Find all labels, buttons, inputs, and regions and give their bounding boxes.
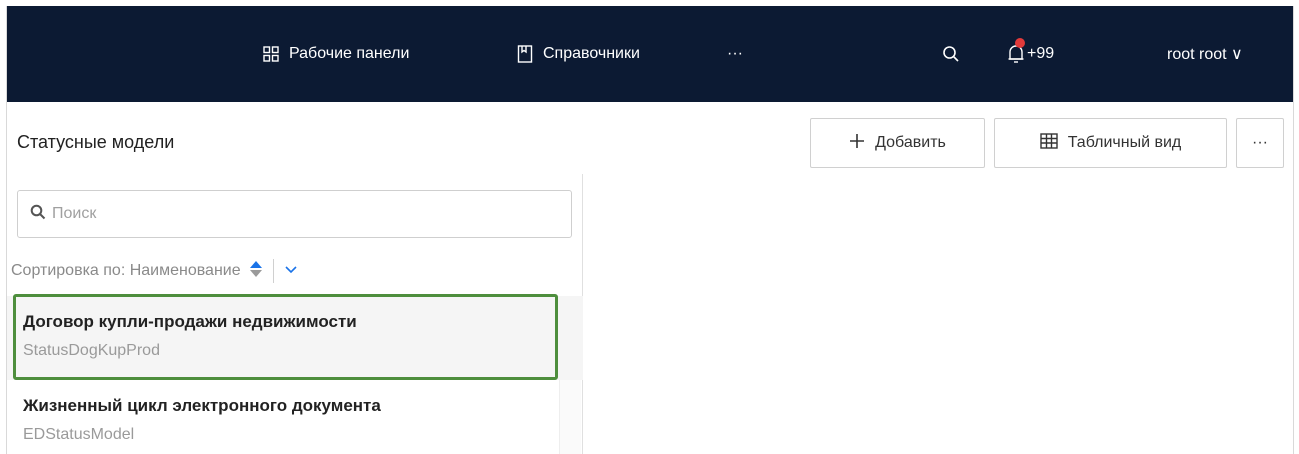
list-item-code: StatusDogKupProd	[23, 342, 160, 359]
chevron-down-icon[interactable]	[284, 262, 298, 280]
add-button-label: Добавить	[875, 134, 946, 151]
user-menu[interactable]: root root ∨	[1167, 6, 1243, 102]
grid-icon	[263, 46, 279, 62]
search-icon	[30, 204, 46, 225]
notifications-count: +99	[1027, 45, 1055, 62]
status-models-list: Договор купли-продажи недвижимости Statu…	[7, 294, 583, 454]
more-icon: ···	[727, 45, 743, 62]
list-item-title: Договор купли-продажи недвижимости	[23, 312, 357, 331]
search-input[interactable]	[52, 205, 532, 223]
sort-label: Сортировка по: Наименование	[11, 262, 241, 279]
page-title: Статусные модели	[17, 132, 175, 152]
sort-separator	[272, 259, 274, 283]
sort-direction-icon[interactable]	[249, 260, 263, 283]
add-button[interactable]: Добавить	[810, 118, 985, 168]
notifications-button[interactable]: +99	[1007, 6, 1054, 102]
list-item-title: Жизненный цикл электронного документа	[23, 396, 381, 415]
book-icon	[517, 45, 533, 63]
app-frame: Рабочие панели Справочники ··· +99 root …	[6, 6, 1294, 454]
bell-icon	[1007, 38, 1025, 64]
list-item[interactable]: Жизненный цикл электронного документа ED…	[7, 380, 583, 454]
page-more-button[interactable]: ···	[1236, 118, 1284, 168]
nav-dashboards-label: Рабочие панели	[289, 45, 410, 62]
sort-control[interactable]: Сортировка по: Наименование	[11, 256, 298, 286]
plus-icon	[849, 133, 865, 154]
nav-dashboards[interactable]: Рабочие панели	[263, 6, 409, 102]
selection-highlight	[13, 294, 558, 380]
top-navigation-bar: Рабочие панели Справочники ··· +99 root …	[7, 6, 1293, 102]
search-button[interactable]	[942, 6, 960, 102]
search-icon	[942, 45, 960, 63]
list-item-code: EDStatusModel	[23, 426, 135, 443]
nav-directories-label: Справочники	[543, 45, 640, 62]
more-horizontal-icon: ···	[1252, 134, 1268, 151]
table-view-label: Табличный вид	[1067, 134, 1182, 151]
user-name: root root ∨	[1167, 46, 1243, 63]
nav-directories[interactable]: Справочники	[517, 6, 640, 102]
list-item[interactable]: Договор купли-продажи недвижимости Statu…	[7, 294, 583, 380]
nav-more-button[interactable]: ···	[727, 6, 743, 102]
notification-dot	[1015, 38, 1025, 48]
table-view-button[interactable]: Табличный вид	[994, 118, 1227, 168]
table-icon	[1040, 132, 1058, 154]
search-field[interactable]	[17, 190, 572, 238]
status-models-list-panel: Сортировка по: Наименование Договор купл…	[7, 174, 583, 454]
